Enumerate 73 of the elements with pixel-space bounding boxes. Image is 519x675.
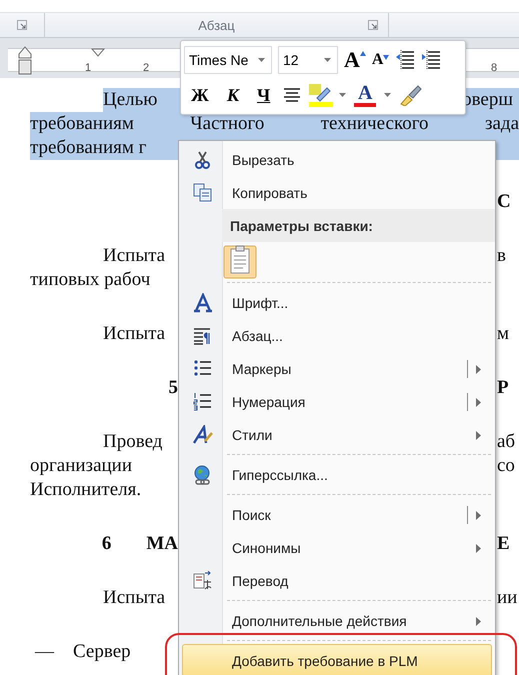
body-text: Испыта bbox=[103, 586, 166, 610]
clipboard-icon[interactable] bbox=[223, 242, 257, 278]
list-marker: — bbox=[34, 640, 56, 664]
copy-icon bbox=[193, 182, 213, 202]
body-text: Провед bbox=[103, 430, 162, 454]
align-center-icon[interactable] bbox=[283, 87, 302, 104]
dropdown-arrow-icon[interactable] bbox=[339, 93, 346, 98]
decrease-indent-icon[interactable] bbox=[395, 50, 416, 70]
body-text: организации bbox=[30, 454, 132, 478]
font-size-field[interactable]: 12 bbox=[278, 46, 338, 74]
menu-item[interactable]: Дополнительные действия bbox=[182, 604, 492, 637]
body-text: требованиям г bbox=[30, 136, 146, 160]
heading-text: Е bbox=[497, 532, 511, 556]
underline-button[interactable]: Ч bbox=[252, 84, 276, 106]
menu-item[interactable]: Нумерация bbox=[182, 385, 492, 418]
paintbrush-icon[interactable] bbox=[399, 84, 424, 106]
body-text: со bbox=[497, 454, 516, 478]
menu-item[interactable]: Маркеры bbox=[182, 352, 492, 385]
dropdown-arrow-icon[interactable] bbox=[324, 58, 331, 62]
body-text: ии bbox=[497, 586, 518, 610]
body-text: Испыта bbox=[103, 322, 166, 346]
dialog-launcher-icon[interactable] bbox=[17, 20, 27, 30]
menu-item[interactable]: Поиск bbox=[182, 498, 492, 531]
indent-marker-icon[interactable] bbox=[91, 48, 105, 57]
menu-item[interactable]: Перевод bbox=[182, 564, 492, 597]
down-triangle-icon bbox=[383, 54, 390, 60]
menu-item[interactable]: Синонимы bbox=[182, 531, 492, 564]
bold-button[interactable]: Ж bbox=[186, 84, 214, 106]
heading-text: С bbox=[497, 190, 512, 214]
group-label: Абзац bbox=[198, 18, 235, 32]
grow-font-button[interactable]: A bbox=[344, 46, 366, 73]
body-text: Целью bbox=[103, 88, 158, 112]
menu-item[interactable]: Гиперссылка... bbox=[182, 458, 492, 491]
font-field[interactable]: Times Ne bbox=[184, 46, 272, 74]
heading-number: 6 bbox=[102, 532, 112, 556]
heading-text: Р bbox=[497, 376, 510, 400]
increase-indent-icon[interactable] bbox=[421, 50, 442, 70]
section-header: Параметры вставки: bbox=[222, 209, 495, 242]
font-color-button[interactable]: A bbox=[354, 83, 376, 108]
highlighter-icon[interactable] bbox=[309, 83, 334, 108]
heading-text: МА bbox=[146, 532, 178, 556]
indent-marker-icon[interactable] bbox=[18, 46, 32, 76]
body-text: требованиям Частного технического зада bbox=[30, 112, 519, 136]
shrink-font-button[interactable]: A bbox=[372, 50, 390, 69]
heading-number: 5 bbox=[168, 376, 178, 400]
up-triangle-icon bbox=[360, 50, 366, 56]
menu-item[interactable]: Добавить требование в PLM bbox=[182, 644, 492, 675]
ruler-number: 1 bbox=[85, 62, 92, 74]
ruler-number: 2 bbox=[143, 62, 150, 74]
menu-item[interactable]: Абзац... bbox=[182, 319, 492, 352]
menu-item[interactable]: Копировать bbox=[182, 176, 492, 209]
scissors-icon bbox=[193, 150, 213, 170]
ruler-number: 8 bbox=[491, 62, 498, 74]
body-text: Сервер bbox=[73, 640, 131, 664]
bullet-list-icon bbox=[193, 358, 213, 378]
translate-icon bbox=[193, 570, 213, 590]
body-text: в bbox=[497, 244, 507, 268]
dialog-launcher-icon[interactable] bbox=[368, 20, 378, 30]
menu-item[interactable]: Стили bbox=[182, 418, 492, 451]
numbered-list-icon bbox=[193, 392, 213, 412]
body-text: Испыта bbox=[103, 244, 166, 268]
body-text: Исполнителя. bbox=[30, 478, 142, 502]
body-text: аб bbox=[497, 430, 516, 454]
paragraph-icon bbox=[193, 326, 213, 346]
font-letter-icon bbox=[193, 292, 213, 312]
styles-icon bbox=[193, 424, 213, 444]
dropdown-arrow-icon[interactable] bbox=[258, 58, 265, 62]
body-text: м bbox=[497, 322, 510, 346]
italic-button[interactable]: К bbox=[222, 84, 244, 106]
menu-item[interactable]: Шрифт... bbox=[182, 286, 492, 319]
dropdown-arrow-icon[interactable] bbox=[384, 93, 392, 98]
menu-item[interactable]: Вырезать bbox=[182, 143, 492, 176]
body-text: типовых рабоч bbox=[30, 268, 150, 292]
